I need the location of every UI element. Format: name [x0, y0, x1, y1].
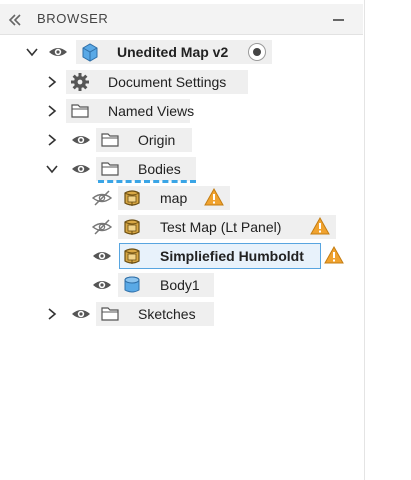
chevron-right-icon[interactable] [45, 104, 59, 118]
eye-slash-icon[interactable] [92, 189, 112, 207]
bodies-label: Bodies [138, 161, 181, 177]
component-cube-icon [80, 42, 100, 62]
body-icon [122, 188, 142, 208]
body-map-label: map [160, 190, 188, 206]
chevron-down-icon[interactable] [45, 162, 59, 176]
folder-icon [100, 304, 120, 324]
active-component-radio-icon[interactable] [248, 43, 266, 61]
chevron-right-icon[interactable] [45, 307, 59, 321]
eye-icon[interactable] [71, 305, 91, 323]
eye-slash-icon[interactable] [92, 218, 112, 236]
chevron-right-icon[interactable] [45, 133, 59, 147]
eye-icon[interactable] [71, 160, 91, 178]
tree-row-root[interactable]: Unedited Map v2 [0, 38, 363, 66]
tree-row-body-body1[interactable]: Body1 [0, 271, 363, 299]
eye-icon[interactable] [92, 276, 112, 294]
tree-row-origin[interactable]: Origin [0, 126, 363, 154]
drop-target-indicator [98, 180, 196, 183]
minus-icon[interactable] [333, 19, 344, 21]
warning-icon[interactable] [324, 245, 344, 264]
origin-label: Origin [138, 132, 176, 148]
tree-row-bodies[interactable]: Bodies [0, 155, 363, 183]
eye-icon[interactable] [71, 131, 91, 149]
eye-icon[interactable] [92, 247, 112, 265]
warning-icon[interactable] [204, 187, 224, 206]
body-icon [122, 217, 142, 237]
warning-icon[interactable] [310, 216, 330, 235]
root-component-label: Unedited Map v2 [117, 44, 229, 60]
body-humboldt-label: Simpliefied Humboldt [160, 248, 304, 264]
sketches-label: Sketches [138, 306, 196, 322]
tree-row-document-settings[interactable]: Document Settings [0, 68, 363, 96]
gear-icon [70, 72, 90, 92]
body-icon [122, 275, 142, 295]
body-body1-label: Body1 [160, 277, 200, 293]
eye-icon[interactable] [48, 43, 68, 61]
body-icon [122, 246, 142, 266]
folder-icon [70, 101, 90, 121]
tree-row-sketches[interactable]: Sketches [0, 300, 363, 328]
browser-title: BROWSER [37, 11, 109, 26]
folder-icon [100, 130, 120, 150]
chevron-right-icon[interactable] [45, 75, 59, 89]
document-settings-label: Document Settings [108, 74, 227, 90]
browser-panel: BROWSER Unedited Map v2 Document Setting… [0, 0, 365, 480]
tree-row-body-test-map[interactable]: Test Map (Lt Panel) [0, 213, 363, 241]
body-test-map-label: Test Map (Lt Panel) [160, 219, 282, 235]
folder-icon [100, 159, 120, 179]
double-chevron-left-icon[interactable] [8, 13, 22, 26]
browser-header: BROWSER [0, 4, 363, 35]
named-views-label: Named Views [108, 103, 195, 119]
chevron-down-icon[interactable] [25, 45, 39, 59]
tree-row-body-map[interactable]: map [0, 184, 363, 212]
tree-row-body-humboldt[interactable]: Simpliefied Humboldt [0, 242, 363, 270]
tree-row-named-views[interactable]: Named Views [0, 97, 363, 125]
